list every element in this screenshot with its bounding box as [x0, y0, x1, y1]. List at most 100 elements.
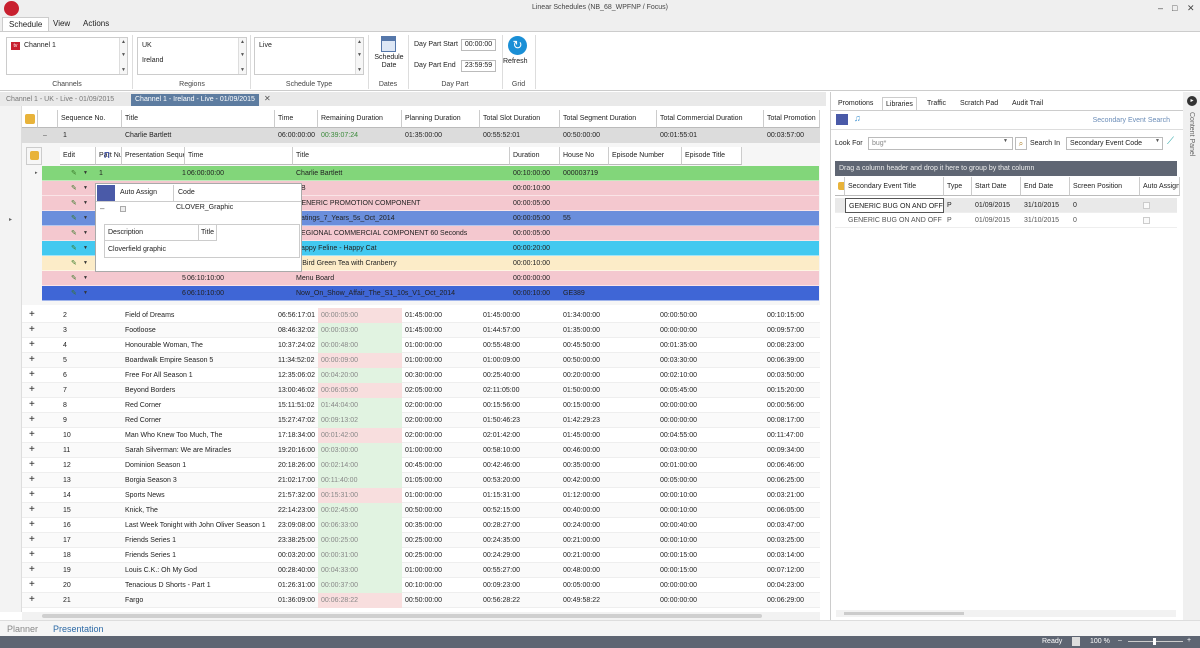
right-horizontal-scrollbar[interactable]: [836, 610, 1176, 617]
dropdown-arrow-icon[interactable]: ▼: [1003, 138, 1008, 144]
menu-view[interactable]: View: [47, 17, 76, 31]
close-tab-icon[interactable]: ✕: [264, 94, 271, 103]
expand-icon[interactable]: +: [26, 533, 38, 548]
region-item[interactable]: UK: [142, 42, 152, 49]
secondary-column-header[interactable]: Secondary Event Title: [845, 177, 944, 196]
column-chooser-icon[interactable]: Π: [104, 151, 110, 160]
secondary-column-header[interactable]: Start Date: [972, 177, 1021, 196]
search-icon[interactable]: ⌕: [1015, 137, 1027, 150]
schedule-date-button[interactable]: Schedule Date: [372, 54, 406, 70]
expand-icon[interactable]: +: [26, 473, 38, 488]
column-header[interactable]: Remaining Duration: [318, 110, 402, 128]
column-header[interactable]: Total Promotion: [764, 110, 820, 128]
schedule-type-scrollbar[interactable]: ▲ ▼ ▼: [355, 38, 363, 74]
secondary-column-header[interactable]: Auto Assign: [1140, 177, 1180, 196]
channels-scrollbar[interactable]: ▲ ▼ ▼: [119, 38, 127, 74]
popup-header-code[interactable]: Code: [174, 185, 302, 201]
refresh-button[interactable]: Refresh: [503, 58, 528, 65]
tab-scratch-pad[interactable]: Scratch Pad: [957, 97, 1001, 110]
edit-dropdown-icon[interactable]: ▼: [80, 226, 90, 241]
tab-promotions[interactable]: Promotions: [835, 97, 876, 110]
auto-assign-checkbox[interactable]: [1143, 217, 1150, 224]
sub-column-header[interactable]: Episode Number: [609, 147, 682, 165]
expand-icon[interactable]: +: [26, 458, 38, 473]
edit-dropdown-icon[interactable]: ▼: [80, 211, 90, 226]
horizontal-scrollbar[interactable]: [22, 612, 820, 620]
expand-icon[interactable]: +: [26, 503, 38, 518]
expand-icon[interactable]: +: [26, 593, 38, 608]
collapse-icon[interactable]: –: [100, 204, 104, 213]
expand-icon[interactable]: +: [26, 548, 38, 563]
expand-icon[interactable]: +: [26, 428, 38, 443]
expand-icon[interactable]: +: [26, 443, 38, 458]
close-icon[interactable]: ✕: [1187, 3, 1195, 14]
edit-dropdown-icon[interactable]: ▼: [80, 166, 90, 181]
pin-icon[interactable]: ▸: [1187, 96, 1197, 106]
dropdown-arrow-icon[interactable]: ▼: [1155, 138, 1160, 144]
sub-column-header[interactable]: Duration: [510, 147, 560, 165]
expand-icon[interactable]: +: [26, 338, 38, 353]
column-header[interactable]: Total Segment Duration: [560, 110, 657, 128]
channel-item[interactable]: Channel 1: [24, 42, 56, 49]
popup-library-icon[interactable]: [97, 185, 115, 201]
popup-header-title[interactable]: Title: [199, 225, 217, 241]
expand-icon[interactable]: +: [26, 383, 38, 398]
popup-header-auto-assign[interactable]: Auto Assign: [116, 185, 174, 201]
popup-header-description[interactable]: Description: [105, 225, 199, 241]
edit-dropdown-icon[interactable]: ▼: [80, 271, 90, 286]
regions-scrollbar[interactable]: ▲ ▼ ▼: [238, 38, 246, 74]
menu-actions[interactable]: Actions: [77, 17, 115, 31]
daypart-start-field[interactable]: 00:00:00: [461, 39, 496, 51]
grid-settings-icon[interactable]: [835, 177, 845, 196]
music-icon[interactable]: ♫: [854, 113, 861, 123]
refresh-icon[interactable]: ↻: [508, 36, 527, 55]
filter-icon[interactable]: ⟋: [1167, 136, 1174, 147]
checkbox[interactable]: [120, 206, 126, 212]
regions-list[interactable]: UK Ireland ▲ ▼ ▼: [137, 37, 247, 75]
expand-icon[interactable]: +: [26, 308, 38, 323]
expand-arrow-icon[interactable]: ▸: [9, 216, 12, 223]
tab-libraries[interactable]: Libraries: [882, 97, 917, 110]
edit-dropdown-icon[interactable]: ▼: [80, 286, 90, 301]
column-header[interactable]: Planning Duration: [402, 110, 480, 128]
edit-dropdown-icon[interactable]: ▼: [80, 256, 90, 271]
subgrid-settings-icon[interactable]: [26, 147, 42, 165]
sub-column-header[interactable]: Title: [293, 147, 510, 165]
column-header[interactable]: Title: [122, 110, 275, 128]
grid-settings-icon[interactable]: [22, 110, 38, 128]
expand-icon[interactable]: +: [26, 323, 38, 338]
sub-column-header[interactable]: House No: [560, 147, 609, 165]
expand-icon[interactable]: +: [26, 398, 38, 413]
region-item[interactable]: Ireland: [142, 57, 163, 64]
zoom-in-icon[interactable]: +: [1187, 637, 1191, 644]
tab-channel-ireland[interactable]: Channel 1 - Ireland - Live - 01/09/2015: [131, 94, 259, 106]
library-icon[interactable]: [836, 114, 848, 125]
edit-dropdown-icon[interactable]: ▼: [80, 241, 90, 256]
edit-dropdown-icon[interactable]: ▼: [80, 196, 90, 211]
expand-icon[interactable]: +: [26, 368, 38, 383]
schedule-type-item[interactable]: Live: [259, 42, 272, 49]
edit-dropdown-icon[interactable]: ▼: [80, 181, 90, 196]
calendar-icon[interactable]: [381, 36, 396, 52]
schedule-type-list[interactable]: Live ▲ ▼ ▼: [254, 37, 364, 75]
expand-icon[interactable]: +: [26, 563, 38, 578]
sub-column-header[interactable]: Time: [185, 147, 293, 165]
secondary-column-header[interactable]: Type: [944, 177, 972, 196]
zoom-out-icon[interactable]: –: [1118, 637, 1122, 644]
search-in-select[interactable]: Secondary Event Code: [1066, 137, 1163, 150]
collapse-icon[interactable]: –: [40, 128, 54, 143]
column-header[interactable]: Total Commercial Duration: [657, 110, 764, 128]
column-header[interactable]: Time: [275, 110, 318, 128]
expand-icon[interactable]: +: [26, 413, 38, 428]
tab-planner[interactable]: Planner: [7, 624, 38, 634]
column-header[interactable]: Total Slot Duration: [480, 110, 560, 128]
expand-icon[interactable]: +: [26, 353, 38, 368]
column-header[interactable]: Sequence No.: [58, 110, 122, 128]
expand-icon[interactable]: +: [26, 518, 38, 533]
zoom-thumb[interactable]: [1153, 638, 1156, 645]
expand-icon[interactable]: +: [26, 578, 38, 593]
expand-icon[interactable]: +: [26, 488, 38, 503]
menu-schedule[interactable]: Schedule: [2, 17, 50, 31]
sub-column-header[interactable]: Episode Title: [682, 147, 742, 165]
tab-traffic[interactable]: Traffic: [924, 97, 949, 110]
